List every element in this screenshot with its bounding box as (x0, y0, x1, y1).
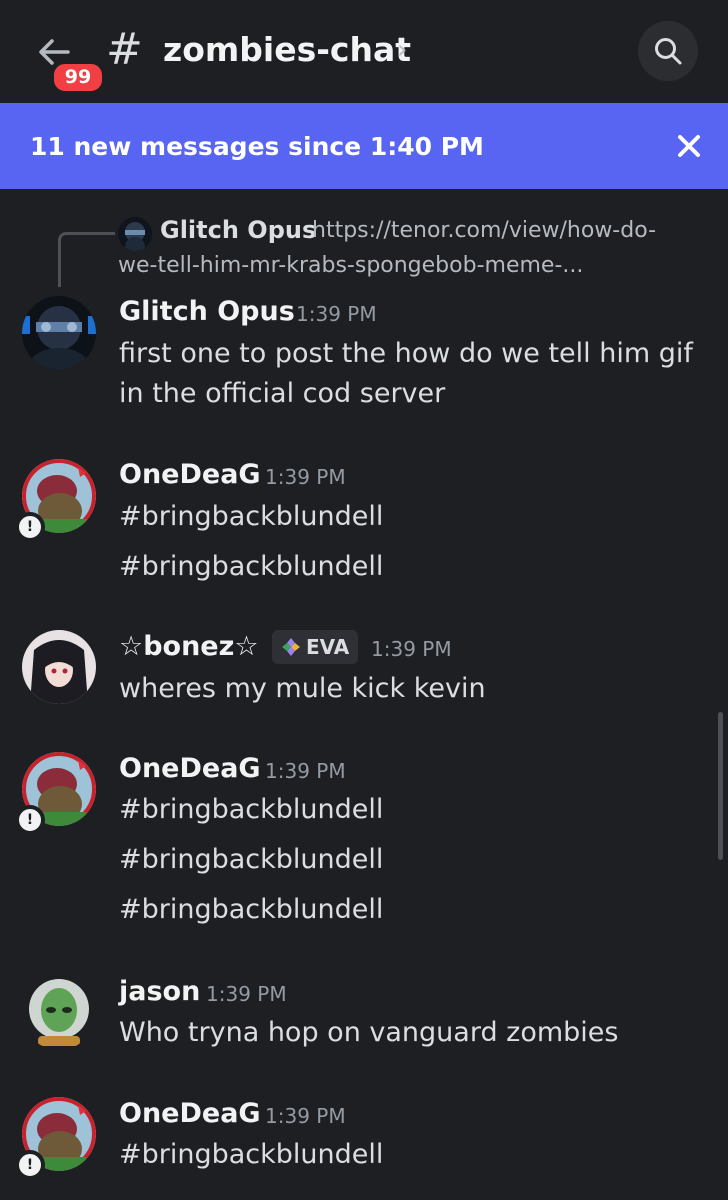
reply-link-text[interactable]: https://tenor.com/view/how-do- (312, 215, 692, 247)
message-timestamp: 1:39 PM (265, 1104, 346, 1128)
reply-connector (58, 232, 115, 287)
message-author[interactable]: jason (119, 975, 200, 1009)
search-icon (655, 38, 682, 65)
unread-badge: 99 (51, 61, 105, 94)
search-button[interactable] (638, 21, 698, 81)
channel-title[interactable]: zombies-chat (163, 28, 411, 72)
message-text: wheres my mule kick kevin (119, 673, 486, 704)
message-text: #bringbackblundell (119, 794, 384, 825)
new-messages-banner[interactable]: 11 new messages since 1:40 PM (0, 103, 728, 189)
hash-icon: # (106, 24, 143, 75)
close-banner-button[interactable] (674, 131, 704, 161)
message-timestamp: 1:39 PM (265, 759, 346, 783)
chevron-right-icon[interactable]: › (397, 36, 407, 64)
message-author[interactable]: OneDeaG (119, 458, 261, 492)
message-timestamp: 1:39 PM (296, 302, 377, 326)
avatar[interactable] (22, 976, 96, 1050)
message-text: in the official cod server (119, 378, 446, 409)
message-author[interactable]: ☆bonez☆ (119, 630, 259, 664)
reply-author[interactable]: Glitch Opus (160, 214, 316, 246)
reply-link-text[interactable]: we-tell-him-mr-krabs-spongebob-meme-... (118, 250, 583, 282)
status-indicator: ! (15, 1150, 45, 1180)
role-tag[interactable]: EVA (272, 630, 358, 664)
message-author[interactable]: Glitch Opus (119, 295, 295, 329)
message-timestamp: 1:39 PM (371, 637, 452, 661)
message-timestamp: 1:39 PM (265, 465, 346, 489)
gem-icon (282, 638, 300, 656)
reply-avatar (118, 217, 152, 251)
message-text: #bringbackblundell (119, 1139, 384, 1170)
message-timestamp: 1:39 PM (206, 982, 287, 1006)
avatar[interactable] (22, 630, 96, 704)
status-indicator: ! (15, 512, 45, 542)
message-text: #bringbackblundell (119, 894, 384, 925)
message-author[interactable]: OneDeaG (119, 752, 261, 786)
message-text: #bringbackblundell (119, 844, 384, 875)
message-text: #bringbackblundell (119, 551, 384, 582)
message-text: Who tryna hop on vanguard zombies (119, 1017, 619, 1048)
role-tag-label: EVA (306, 635, 350, 659)
message-author[interactable]: OneDeaG (119, 1097, 261, 1131)
channel-header: 99 # zombies-chat › (0, 0, 728, 103)
avatar[interactable] (22, 296, 96, 370)
message-text: first one to post the how do we tell him… (119, 338, 693, 369)
scrollbar[interactable] (718, 712, 723, 860)
new-messages-text: 11 new messages since 1:40 PM (30, 132, 484, 161)
status-indicator: ! (15, 805, 45, 835)
message-text: #bringbackblundell (119, 501, 384, 532)
close-icon (678, 135, 700, 157)
